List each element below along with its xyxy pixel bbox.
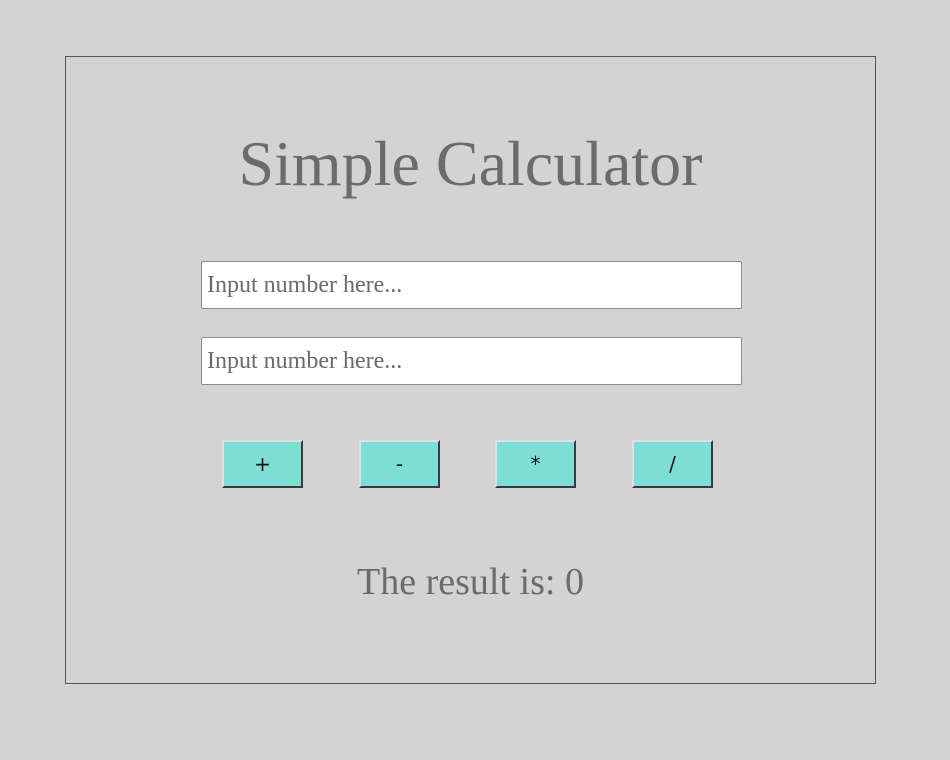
result-text: The result is: 0 — [357, 561, 584, 603]
second-number-input[interactable] — [201, 337, 742, 385]
multiply-button[interactable]: * — [495, 440, 576, 488]
page-title: Simple Calculator — [238, 128, 703, 199]
add-button[interactable]: + — [222, 440, 303, 488]
first-number-input[interactable] — [201, 261, 742, 309]
divide-button[interactable]: / — [632, 440, 713, 488]
calculator-panel: Simple Calculator + - * / The result is:… — [65, 56, 876, 684]
subtract-button[interactable]: - — [359, 440, 440, 488]
